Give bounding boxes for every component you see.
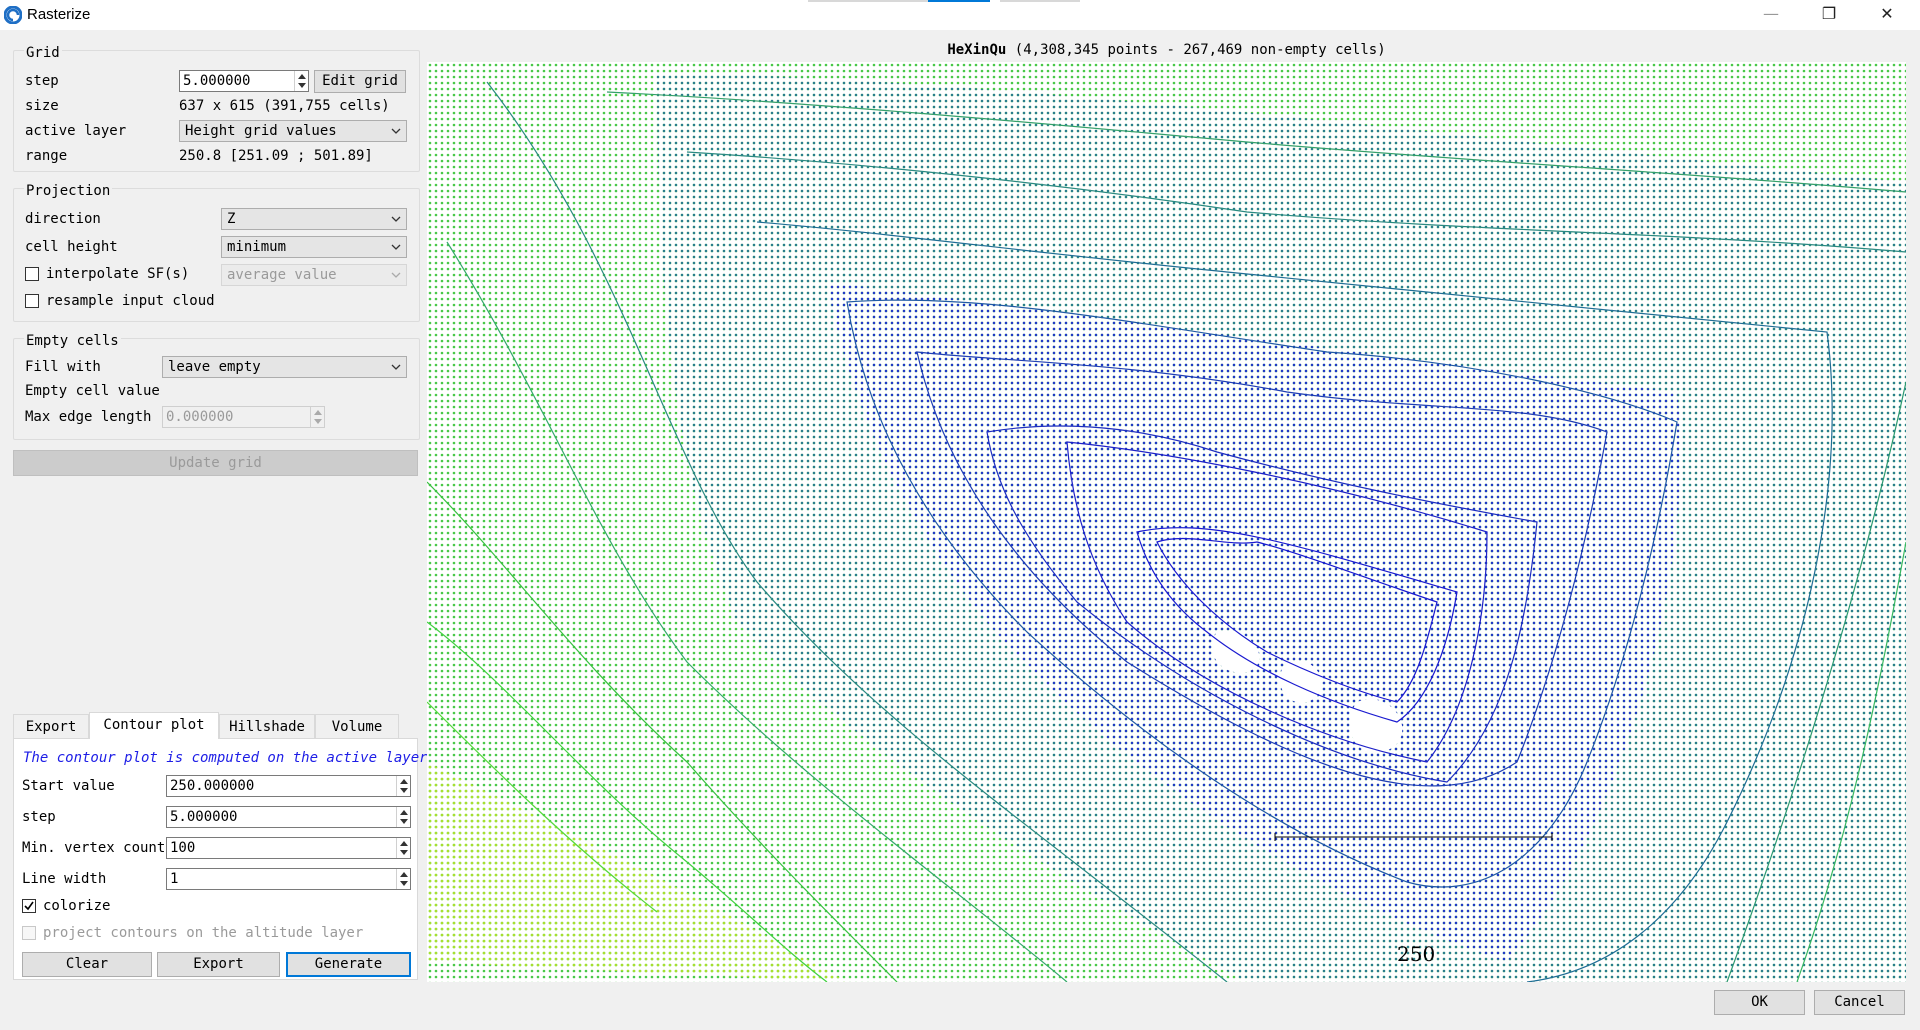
contour-plot-canvas[interactable] [427, 62, 1906, 982]
ok-button[interactable]: OK [1714, 990, 1805, 1015]
spin-icon[interactable] [294, 71, 308, 91]
max-edge-length-label: Max edge length [25, 409, 152, 425]
cell-height-combo[interactable]: minimum [221, 236, 407, 258]
colorize-label: colorize [43, 898, 111, 914]
projection-group-title: Projection [24, 183, 113, 199]
spin-icon[interactable] [396, 807, 410, 827]
colorize-checkbox[interactable] [22, 899, 36, 913]
export-button[interactable]: Export [157, 952, 280, 977]
resample-checkbox[interactable] [25, 294, 39, 308]
cloud-info: (4,308,345 points - 267,469 non-empty ce… [1014, 42, 1386, 58]
grid-group: Grid step 5.000000 Edit grid size 637 x … [13, 45, 420, 172]
taskbar-hint [1000, 0, 1080, 2]
plot-title: HeXinQu (4,308,345 points - 267,469 non-… [427, 42, 1906, 58]
min-vertex-value: 100 [170, 840, 196, 856]
window-title: Rasterize [27, 6, 91, 23]
restore-button[interactable]: ❐ [1806, 0, 1852, 30]
grid-size-value: 637 x 615 (391,755 cells) [179, 98, 390, 114]
grid-step-value: 5.000000 [183, 73, 251, 89]
interpolate-checkbox[interactable] [25, 267, 39, 281]
resample-label: resample input cloud [46, 293, 215, 309]
tab-contour-plot[interactable]: Contour plot [89, 712, 219, 739]
chevron-down-icon [391, 244, 401, 250]
fill-with-combo[interactable]: leave empty [162, 356, 407, 378]
minimize-button[interactable]: — [1748, 0, 1794, 30]
line-width-label: Line width [22, 871, 107, 887]
cell-height-label: cell height [25, 239, 118, 255]
cloud-name: HeXinQu [947, 42, 1007, 58]
empty-cell-value-label: Empty cell value [25, 383, 160, 399]
tab-volume[interactable]: Volume [315, 714, 399, 738]
update-grid-button[interactable]: Update grid [13, 450, 418, 476]
spin-icon[interactable] [396, 838, 410, 858]
cell-height-value: minimum [227, 239, 287, 255]
spin-icon[interactable] [396, 869, 410, 889]
contour-note: The contour plot is computed on the acti… [23, 750, 428, 766]
cancel-button[interactable]: Cancel [1814, 990, 1905, 1015]
max-edge-length-input: 0.000000 [162, 406, 325, 428]
clear-button[interactable]: Clear [22, 952, 152, 977]
interpolate-combo: average value [221, 264, 407, 286]
grid-size-label: size [25, 98, 59, 114]
interpolate-label: interpolate SF(s) [46, 266, 190, 282]
contour-step-input[interactable]: 5.000000 [166, 806, 411, 828]
max-edge-length-value: 0.000000 [166, 409, 234, 425]
start-value-label: Start value [22, 778, 115, 794]
fill-with-label: Fill with [25, 359, 101, 375]
project-contours-label: project contours on the altitude layer [43, 925, 364, 941]
tab-export[interactable]: Export [13, 714, 89, 738]
line-width-value: 1 [170, 871, 179, 887]
start-value-input[interactable]: 250.000000 [166, 775, 411, 797]
start-value-value: 250.000000 [170, 778, 255, 794]
spin-icon[interactable] [396, 776, 410, 796]
raster-view[interactable]: 250 [427, 62, 1906, 982]
chevron-down-icon [391, 272, 401, 278]
active-layer-value: Height grid values [185, 123, 337, 139]
grid-step-label: step [25, 73, 59, 89]
direction-label: direction [25, 211, 101, 227]
contour-step-value: 5.000000 [170, 809, 238, 825]
spin-icon [310, 407, 324, 427]
tab-hillshade[interactable]: Hillshade [219, 714, 315, 738]
empty-cells-group: Empty cells Fill with leave empty Empty … [13, 333, 420, 440]
min-vertex-label: Min. vertex count [22, 840, 166, 856]
project-contours-checkbox [22, 926, 36, 940]
line-width-input[interactable]: 1 [166, 868, 411, 890]
min-vertex-input[interactable]: 100 [166, 837, 411, 859]
chevron-down-icon [391, 364, 401, 370]
chevron-down-icon [391, 128, 401, 134]
empty-cells-group-title: Empty cells [24, 333, 121, 349]
grid-step-input[interactable]: 5.000000 [179, 70, 309, 92]
cloudcompare-icon [3, 5, 23, 25]
contour-step-label: step [22, 809, 56, 825]
projection-group: Projection direction Z cell height minim… [13, 183, 420, 322]
direction-value: Z [227, 211, 236, 227]
title-bar: Rasterize — ❐ ✕ [0, 0, 1920, 30]
checkmark-icon [24, 901, 34, 911]
direction-combo[interactable]: Z [221, 208, 407, 230]
interpolate-value: average value [227, 267, 337, 283]
active-layer-combo[interactable]: Height grid values [179, 120, 407, 142]
taskbar-hint-active [928, 0, 990, 2]
grid-group-title: Grid [24, 45, 62, 61]
range-value: 250.8 [251.09 ; 501.89] [179, 148, 373, 164]
range-label: range [25, 148, 68, 164]
contour-plot-pane: The contour plot is computed on the acti… [13, 738, 428, 980]
generate-button[interactable]: Generate [286, 952, 411, 977]
scale-bar-label: 250 [1397, 942, 1436, 966]
edit-grid-button[interactable]: Edit grid [314, 70, 406, 93]
chevron-down-icon [391, 216, 401, 222]
close-button[interactable]: ✕ [1864, 0, 1910, 30]
fill-with-value: leave empty [168, 359, 261, 375]
active-layer-label: active layer [25, 123, 127, 139]
